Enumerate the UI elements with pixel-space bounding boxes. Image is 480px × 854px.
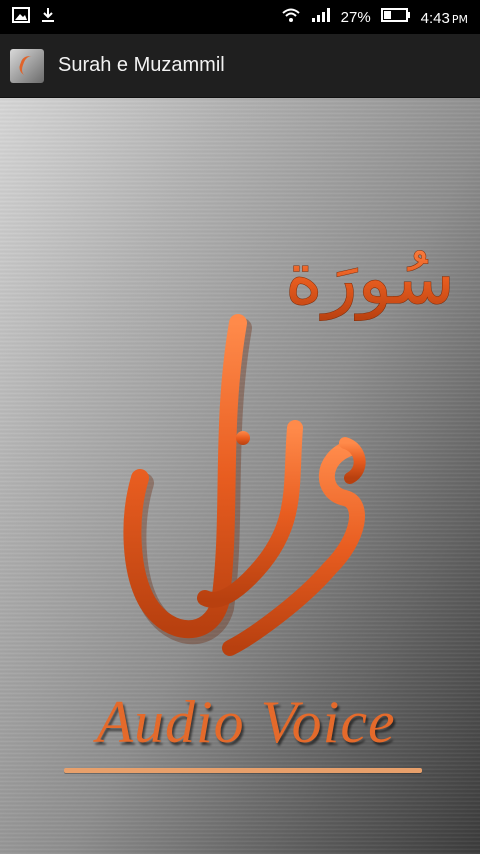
arabic-muzammil-calligraphy	[123, 314, 366, 656]
clock: 4:43 PM	[421, 8, 468, 27]
status-left	[12, 7, 56, 27]
clock-time: 4:43	[420, 9, 450, 27]
signal-icon	[311, 7, 331, 27]
image-icon	[12, 7, 30, 27]
clock-ampm: PM	[451, 12, 468, 26]
status-right: 27% 4:43 PM	[281, 7, 468, 27]
audio-voice-caption: Audio Voice	[96, 689, 396, 755]
app-bar: Surah e Muzammil	[0, 34, 480, 98]
caption-underline	[64, 768, 422, 773]
battery-icon	[380, 7, 411, 27]
wifi-icon	[281, 7, 301, 27]
splash-artwork: سُورَة Audio Voice	[0, 98, 480, 854]
app-title: Surah e Muzammil	[58, 54, 225, 76]
download-icon	[40, 7, 56, 27]
status-bar: 27% 4:43 PM	[0, 0, 480, 34]
battery-percent: 27%	[340, 8, 371, 26]
arabic-surah-text: سُورَة	[285, 236, 455, 321]
app-logo-icon[interactable]	[10, 48, 44, 83]
